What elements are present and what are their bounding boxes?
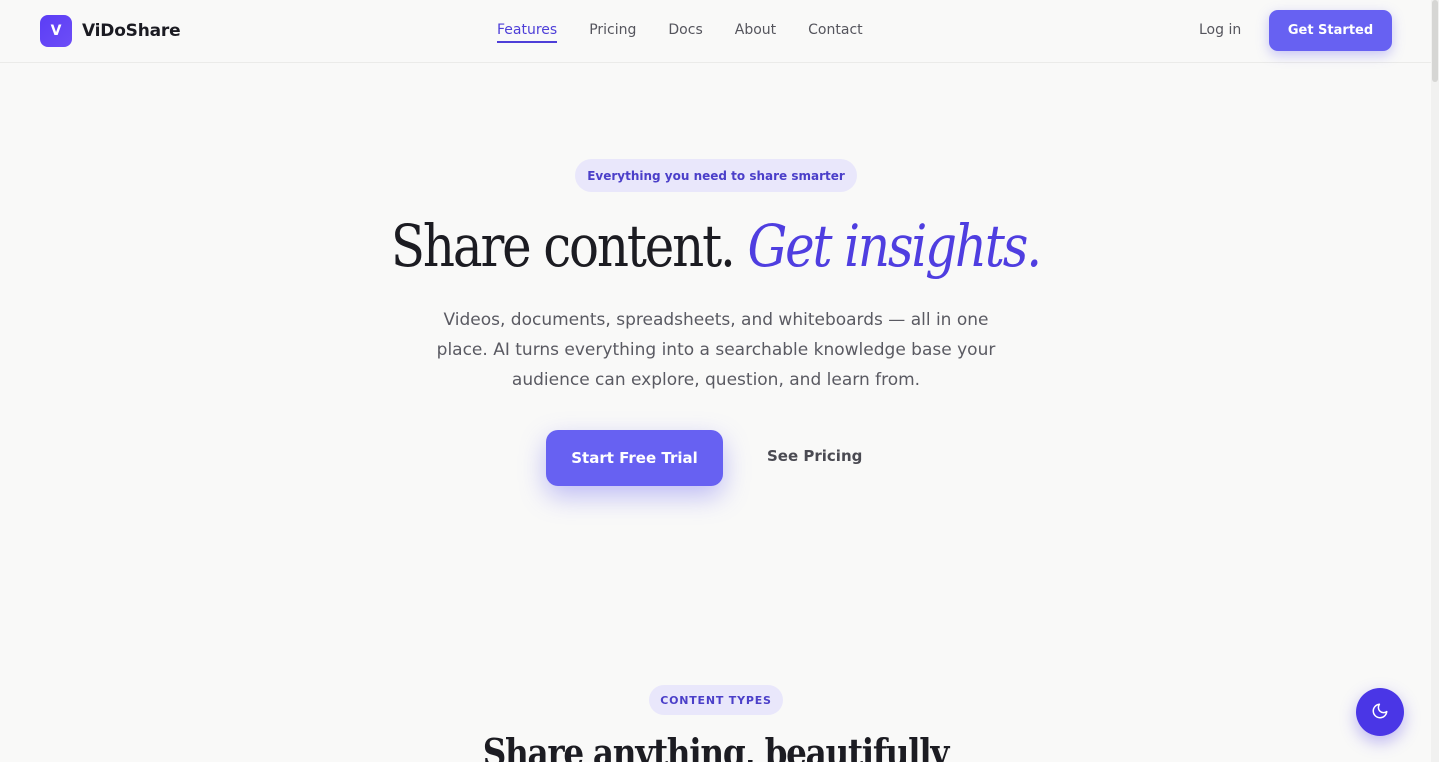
hero-subtext: Videos, documents, spreadsheets, and whi… bbox=[436, 310, 996, 390]
login-link[interactable]: Log in bbox=[1199, 22, 1241, 38]
start-free-trial-button[interactable]: Start Free Trial bbox=[546, 430, 723, 486]
brand-logo[interactable]: V ViDoShare bbox=[40, 15, 181, 47]
logo-mark: V bbox=[40, 15, 72, 47]
nav-docs[interactable]: Docs bbox=[668, 22, 702, 43]
brand-name: ViDoShare bbox=[82, 21, 181, 41]
theme-toggle-button[interactable] bbox=[1356, 688, 1404, 736]
headline-accent: Get insights. bbox=[747, 212, 1042, 280]
see-pricing-link[interactable]: See Pricing bbox=[767, 447, 862, 465]
moon-icon bbox=[1371, 702, 1389, 723]
headline-plain: Share content. bbox=[390, 212, 748, 280]
nav-about[interactable]: About bbox=[735, 22, 776, 43]
scrollbar-thumb[interactable] bbox=[1432, 0, 1438, 82]
nav-pricing[interactable]: Pricing bbox=[589, 22, 636, 43]
hero-badge: Everything you need to share smarter bbox=[575, 159, 857, 192]
nav-features[interactable]: Features bbox=[497, 22, 558, 43]
top-header: V ViDoShare Features Pricing Docs About … bbox=[0, 0, 1431, 63]
get-started-button[interactable]: Get Started bbox=[1269, 10, 1392, 51]
scrollbar[interactable] bbox=[1431, 0, 1439, 762]
hero-headline: Share content. Get insights. bbox=[100, 212, 1331, 280]
main-nav: Features Pricing Docs About Contact bbox=[497, 22, 863, 43]
nav-contact[interactable]: Contact bbox=[808, 22, 862, 43]
page: V ViDoShare Features Pricing Docs About … bbox=[0, 0, 1439, 762]
content-types-badge: CONTENT TYPES bbox=[649, 685, 783, 715]
content-types-title: Share anything, beautifully bbox=[482, 730, 950, 762]
